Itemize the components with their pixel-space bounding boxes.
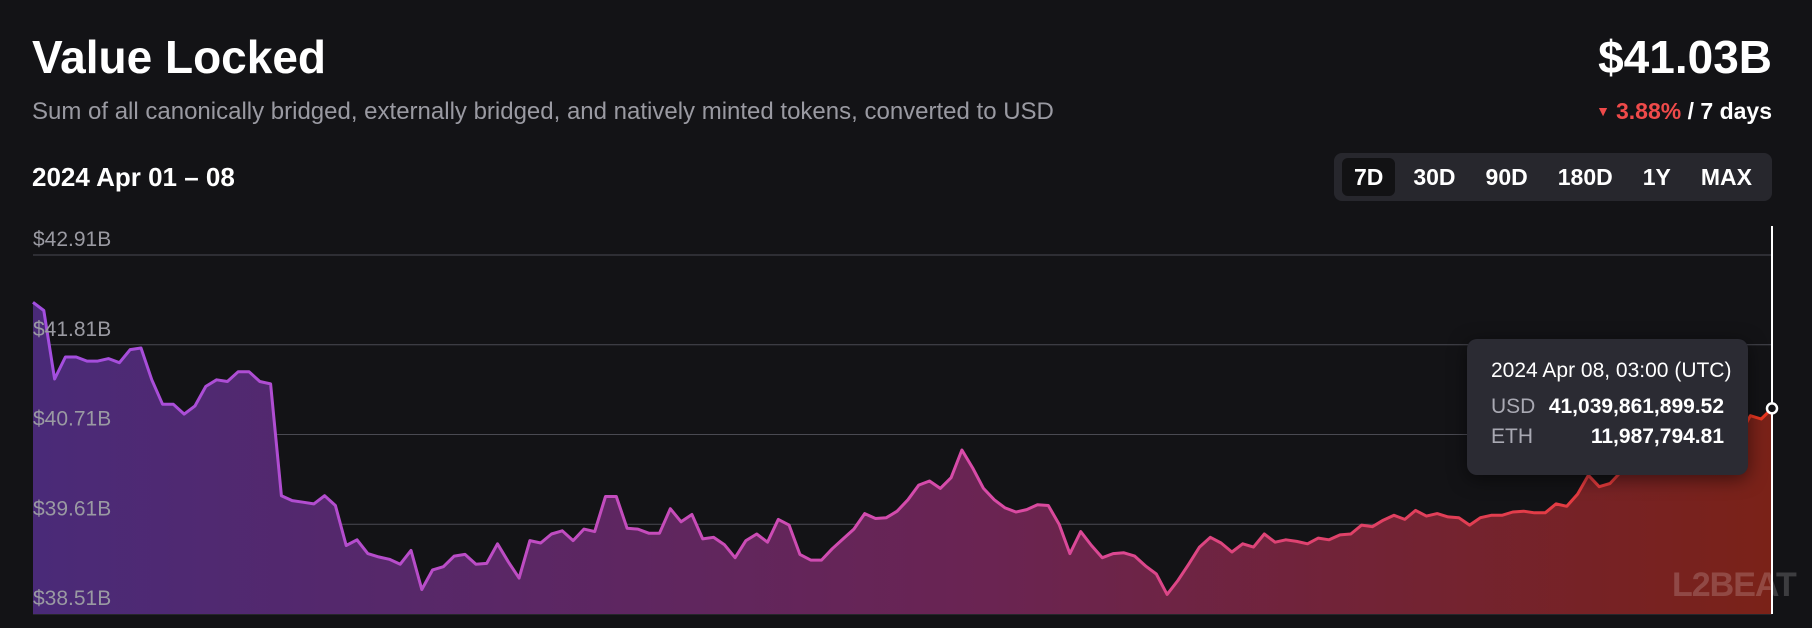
y-tick-label: $40.71B bbox=[33, 408, 111, 431]
tooltip-label: ETH bbox=[1491, 425, 1533, 448]
y-tick-label: $41.81B bbox=[33, 318, 111, 341]
tooltip-row-eth: ETH 11,987,794.81 bbox=[1491, 425, 1724, 449]
value-locked-chart[interactable]: $42.91B $41.81B $40.71B $39.61B $38.51B bbox=[0, 0, 1812, 628]
tooltip-row-usd: USD 41,039,861,899.52 bbox=[1491, 395, 1724, 419]
y-tick-label: $42.91B bbox=[33, 228, 111, 251]
chart-tooltip: 2024 Apr 08, 03:00 (UTC) USD 41,039,861,… bbox=[1467, 339, 1748, 475]
tooltip-date: 2024 Apr 08, 03:00 (UTC) bbox=[1491, 359, 1732, 382]
tooltip-label: USD bbox=[1491, 395, 1536, 418]
tooltip-value: 41,039,861,899.52 bbox=[1548, 395, 1724, 418]
hover-point bbox=[1765, 402, 1779, 415]
tooltip-value: 11,987,794.81 bbox=[1590, 425, 1724, 448]
y-tick-label: $39.61B bbox=[33, 497, 111, 520]
y-tick-label: $38.51B bbox=[33, 587, 111, 610]
l2beat-watermark: L2BEAT bbox=[1672, 566, 1797, 604]
